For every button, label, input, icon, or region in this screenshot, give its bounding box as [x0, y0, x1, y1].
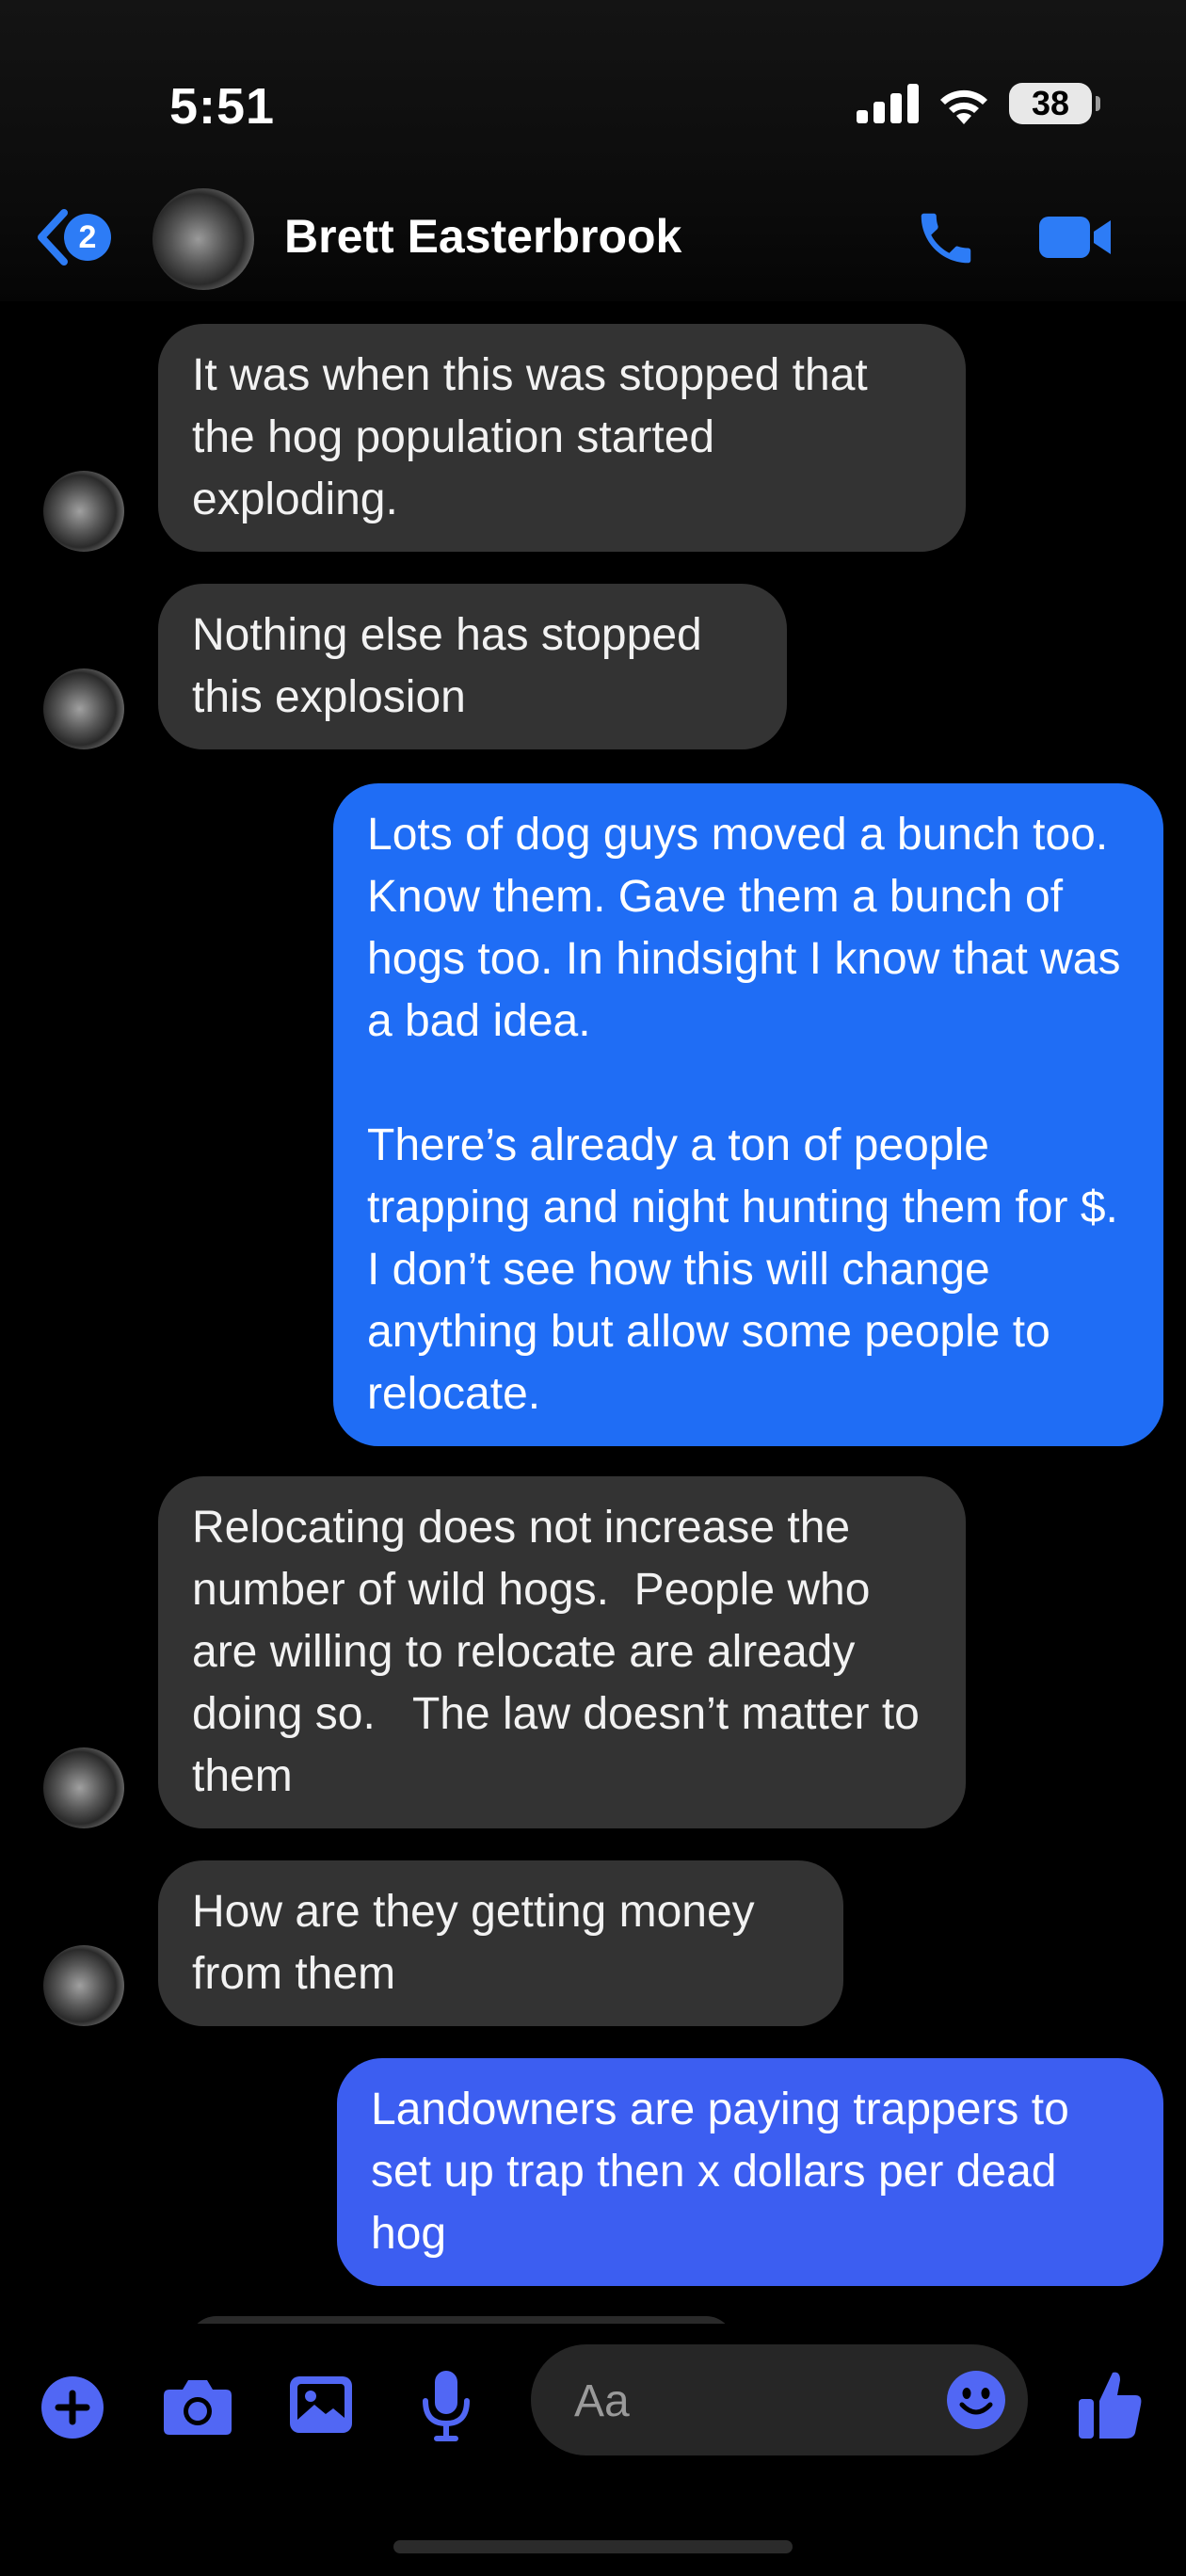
sender-avatar[interactable] — [43, 471, 124, 552]
message-input-container[interactable] — [531, 2344, 1028, 2455]
photo-icon — [290, 2376, 352, 2433]
gallery-button[interactable] — [288, 2373, 354, 2441]
phone-icon — [921, 213, 971, 264]
message-bubble-outgoing[interactable]: Landowners are paying trappers to set up… — [337, 2058, 1163, 2286]
back-button[interactable]: 2 — [34, 209, 111, 266]
sender-avatar[interactable] — [43, 1747, 124, 1828]
plus-circle-icon — [41, 2376, 104, 2439]
voice-call-button[interactable] — [913, 205, 979, 276]
contact-avatar[interactable] — [152, 188, 254, 290]
video-camera-icon — [1039, 217, 1111, 258]
signal-icon — [857, 84, 919, 123]
smiley-icon — [947, 2371, 1005, 2429]
camera-button[interactable] — [162, 2375, 233, 2441]
sender-avatar[interactable] — [43, 668, 124, 749]
message-input[interactable] — [572, 2373, 915, 2429]
message-bubble-incoming[interactable]: Relocating does not increase the number … — [158, 1476, 966, 1828]
add-button[interactable] — [40, 2375, 105, 2445]
status-icons: 38 — [857, 83, 1100, 124]
unread-count-badge: 2 — [64, 214, 111, 261]
emoji-button[interactable] — [945, 2369, 1007, 2436]
sender-avatar[interactable] — [43, 1945, 124, 2026]
message-bubble-incoming[interactable]: How are they getting money from them — [158, 1860, 843, 2026]
status-time: 5:51 — [169, 78, 276, 135]
wifi-icon — [940, 89, 987, 124]
message-bubble-incoming[interactable]: It was when this was stopped that the ho… — [158, 324, 966, 552]
message-bubble-incoming[interactable]: Nothing else has stopped this explosion — [158, 584, 787, 749]
microphone-icon — [423, 2371, 470, 2441]
contact-name[interactable]: Brett Easterbrook — [284, 209, 681, 264]
thumbs-up-icon — [1079, 2372, 1142, 2439]
home-indicator — [393, 2540, 793, 2553]
video-call-button[interactable] — [1035, 209, 1114, 270]
camera-icon — [164, 2380, 232, 2435]
battery-indicator: 38 — [1009, 83, 1100, 124]
message-bubble-outgoing[interactable]: Lots of dog guys moved a bunch too. Know… — [333, 783, 1163, 1446]
voice-message-button[interactable] — [420, 2369, 473, 2447]
like-button[interactable] — [1077, 2367, 1145, 2447]
